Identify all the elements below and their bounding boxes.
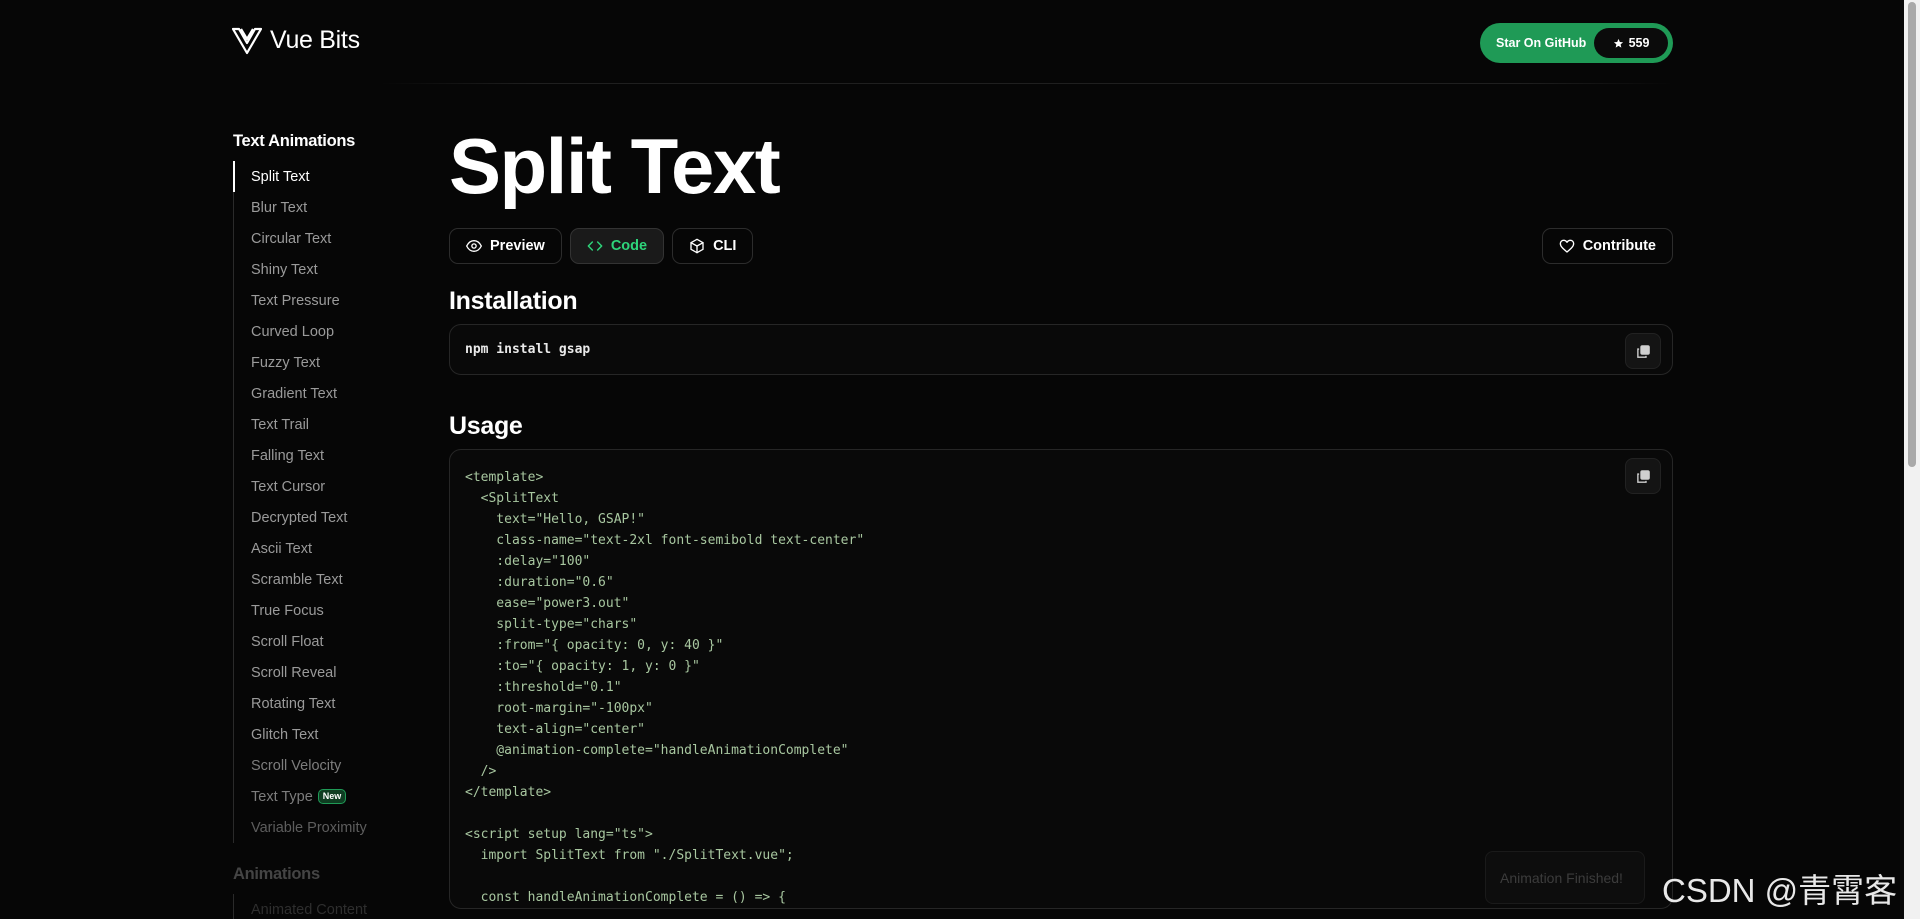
sidebar-item-variable-proximity[interactable]: Variable Proximity [234,812,433,843]
sidebar-category-animations: Animations [233,865,320,883]
tab-code-label: Code [610,238,648,254]
sidebar-item-scroll-reveal[interactable]: Scroll Reveal [234,657,433,688]
code-line: </template> [465,785,552,800]
usage-code-block: <template> <SplitText text="Hello, GSAP!… [449,449,1673,909]
sidebar: Text Animations Split Text Blur Text Cir… [233,132,433,919]
toast-notification: Animation Finished! [1485,851,1645,904]
code-line: :duration="0.6" [465,575,614,590]
code-line: class-name="text-2xl font-semibold text-… [465,533,865,548]
sidebar-item-text-trail[interactable]: Text Trail [234,409,433,440]
tab-preview-label: Preview [490,238,545,254]
copy-install-button[interactable] [1625,333,1661,369]
sidebar-item-scroll-float[interactable]: Scroll Float [234,626,433,657]
page-title: Split Text [449,122,781,210]
top-bar: Vue Bits Star On GitHub 559 [0,0,1904,84]
installation-heading: Installation [449,287,578,315]
code-line: /> [465,764,497,779]
usage-code[interactable]: <template> <SplitText text="Hello, GSAP!… [465,467,1657,908]
logo-link[interactable]: Vue Bits [232,26,360,55]
main-content: Split Text Preview Code CLI Contribute I… [449,120,1673,909]
github-star-count: 559 [1594,28,1668,58]
sidebar-item-true-focus[interactable]: True Focus [234,595,433,626]
code-line: :from="{ opacity: 0, y: 40 }" [465,638,724,653]
copy-icon [1636,469,1650,483]
code-line: :delay="100" [465,554,591,569]
contribute-label: Contribute [1582,238,1656,254]
sidebar-item-glitch-text[interactable]: Glitch Text [234,719,433,750]
github-star-value: 559 [1628,36,1650,50]
usage-heading: Usage [449,412,523,440]
tab-cli-label: CLI [713,238,737,254]
sidebar-item-ascii-text[interactable]: Ascii Text [234,533,433,564]
sidebar-nav-animations: Animated Content [233,894,433,919]
sidebar-item-circular-text[interactable]: Circular Text [234,223,433,254]
sidebar-item-curved-loop[interactable]: Curved Loop [234,316,433,347]
code-line: :to="{ opacity: 1, y: 0 }" [465,659,700,674]
box-icon [690,238,704,254]
eye-icon [466,240,482,252]
sidebar-item-fuzzy-text[interactable]: Fuzzy Text [234,347,433,378]
code-line: text-align="center" [465,722,646,737]
contribute-button[interactable]: Contribute [1541,228,1673,264]
sidebar-item-shiny-text[interactable]: Shiny Text [234,254,433,285]
sidebar-nav-text-animations: Split Text Blur Text Circular Text Shiny… [233,161,433,843]
view-tabs: Preview Code CLI Contribute [449,228,1673,264]
code-line: <template> [465,470,544,485]
code-line: <script setup lang="ts"> [465,827,653,842]
watermark-text: CSDN @青霄客 [1662,872,1898,909]
installation-code-block: npm install gsap [449,324,1673,375]
install-command[interactable]: npm install gsap [465,342,590,357]
code-line: root-margin="-100px" [465,701,653,716]
sidebar-item-scramble-text[interactable]: Scramble Text [234,564,433,595]
tab-code[interactable]: Code [569,228,665,264]
github-label: Star On GitHub [1496,36,1587,50]
code-line: <SplitText [465,491,559,506]
sidebar-item-text-pressure[interactable]: Text Pressure [234,285,433,316]
code-line: split-type="chars" [465,617,638,632]
code-line: text="Hello, GSAP!" [465,512,646,527]
sidebar-item-scroll-velocity[interactable]: Scroll Velocity [234,750,433,781]
star-icon [1613,38,1623,48]
tab-cli[interactable]: CLI [672,228,754,264]
scrollbar-thumb[interactable] [1908,2,1916,467]
code-line: ease="power3.out" [465,596,630,611]
sidebar-item-label: Text Type [251,788,313,805]
sidebar-item-text-type[interactable]: Text Type New [234,781,433,812]
code-line: const handleAnimationComplete = () => { [465,890,786,905]
heart-icon [1559,239,1575,253]
code-line: @animation-complete="handleAnimationComp… [465,743,849,758]
sidebar-item-gradient-text[interactable]: Gradient Text [234,378,433,409]
code-line: import SplitText from "./SplitText.vue"; [465,848,794,863]
logo-text: Vue Bits [270,26,360,54]
copy-usage-button[interactable] [1625,458,1661,494]
vue-bits-logo-icon [232,27,262,54]
sidebar-item-text-cursor[interactable]: Text Cursor [234,471,433,502]
page-scrollbar[interactable] [1904,0,1920,919]
code-icon [587,241,603,251]
sidebar-item-animated-content[interactable]: Animated Content [234,894,433,919]
header-divider [380,83,1674,84]
code-line: :threshold="0.1" [465,680,622,695]
copy-icon [1636,344,1650,358]
sidebar-item-decrypted-text[interactable]: Decrypted Text [234,502,433,533]
sidebar-item-split-text[interactable]: Split Text [233,161,433,192]
sidebar-item-blur-text[interactable]: Blur Text [234,192,433,223]
sidebar-item-falling-text[interactable]: Falling Text [234,440,433,471]
tab-preview[interactable]: Preview [449,228,562,264]
sidebar-category-text-animations: Text Animations [233,132,356,150]
sidebar-item-rotating-text[interactable]: Rotating Text [234,688,433,719]
star-on-github-button[interactable]: Star On GitHub 559 [1480,23,1673,63]
new-badge: New [317,789,347,804]
